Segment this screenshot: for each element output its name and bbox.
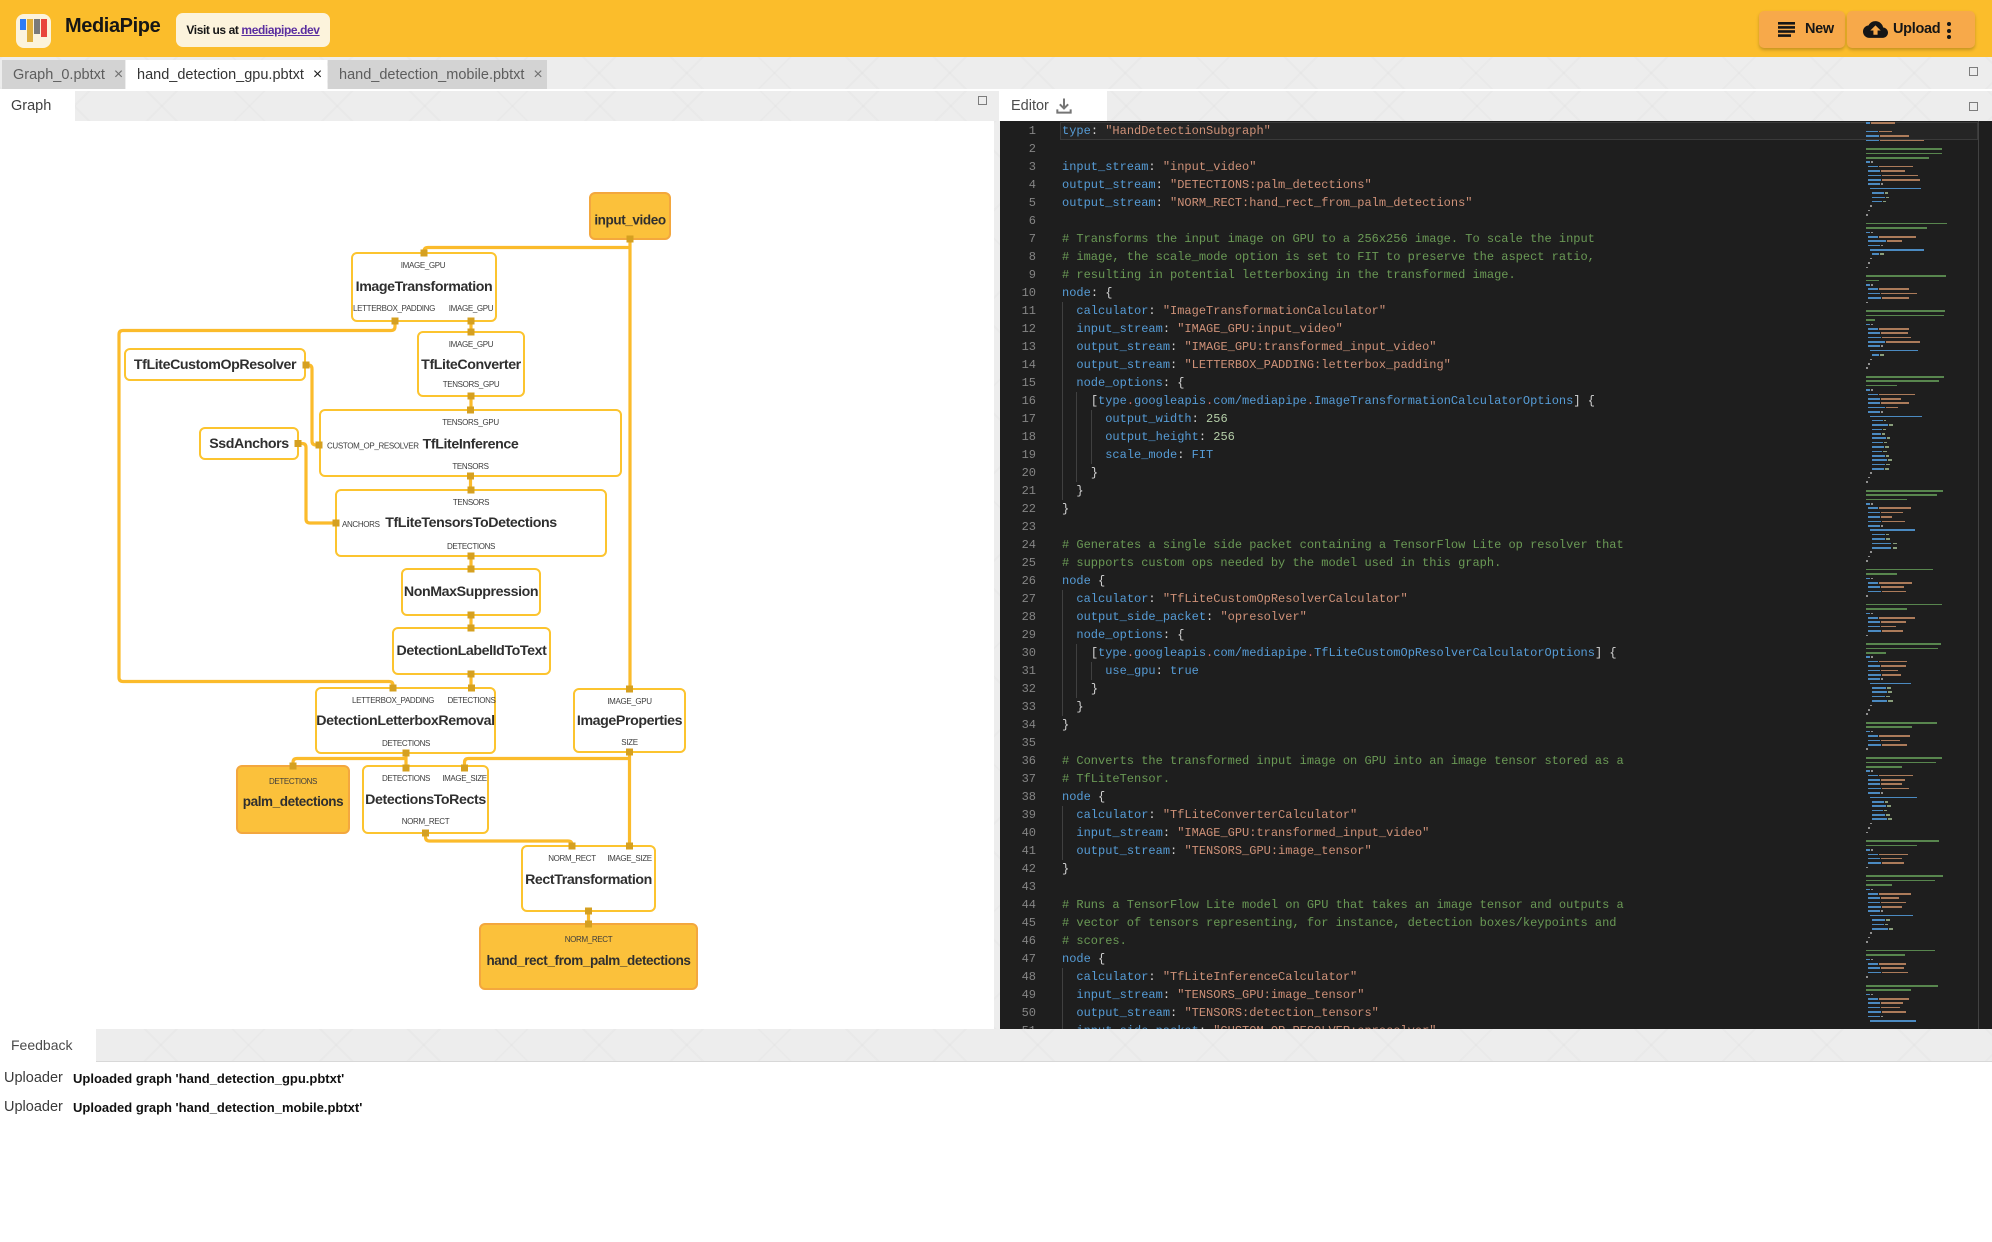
- svg-text:TENSORS: TENSORS: [452, 462, 488, 471]
- svg-text:NonMaxSuppression: NonMaxSuppression: [404, 584, 538, 600]
- svg-text:DetectionsToRects: DetectionsToRects: [365, 792, 486, 808]
- svg-text:NORM_RECT: NORM_RECT: [548, 854, 596, 863]
- svg-text:DETECTIONS: DETECTIONS: [269, 777, 317, 786]
- svg-text:TfLiteCustomOpResolver: TfLiteCustomOpResolver: [134, 357, 297, 373]
- svg-text:TENSORS_GPU: TENSORS_GPU: [442, 418, 499, 427]
- svg-text:TENSORS: TENSORS: [453, 498, 489, 507]
- svg-text:SsdAnchors: SsdAnchors: [209, 436, 289, 452]
- svg-text:DETECTIONS: DETECTIONS: [447, 542, 495, 551]
- svg-text:IMAGE_GPU: IMAGE_GPU: [449, 304, 494, 313]
- svg-text:TENSORS_GPU: TENSORS_GPU: [443, 380, 500, 389]
- svg-text:hand_rect_from_palm_detections: hand_rect_from_palm_detections: [486, 953, 690, 968]
- svg-text:input_video: input_video: [594, 213, 666, 228]
- svg-text:DETECTIONS: DETECTIONS: [447, 696, 495, 705]
- svg-text:DetectionLetterboxRemoval: DetectionLetterboxRemoval: [316, 713, 494, 729]
- svg-text:ImageProperties: ImageProperties: [577, 713, 683, 729]
- svg-text:LETTERBOX_PADDING: LETTERBOX_PADDING: [353, 304, 435, 313]
- svg-text:ImageTransformation: ImageTransformation: [356, 279, 493, 295]
- svg-text:DETECTIONS: DETECTIONS: [382, 774, 430, 783]
- svg-text:IMAGE_GPU: IMAGE_GPU: [401, 261, 446, 270]
- svg-text:TfLiteConverter: TfLiteConverter: [421, 357, 522, 373]
- svg-text:NORM_RECT: NORM_RECT: [402, 817, 450, 826]
- svg-text:RectTransformation: RectTransformation: [525, 872, 652, 888]
- svg-text:LETTERBOX_PADDING: LETTERBOX_PADDING: [352, 696, 434, 705]
- svg-text:NORM_RECT: NORM_RECT: [565, 935, 613, 944]
- svg-text:IMAGE_SIZE: IMAGE_SIZE: [607, 854, 652, 863]
- svg-text:SIZE: SIZE: [621, 738, 637, 747]
- svg-text:CUSTOM_OP_RESOLVER: CUSTOM_OP_RESOLVER: [327, 442, 419, 451]
- svg-text:DETECTIONS: DETECTIONS: [382, 739, 430, 748]
- svg-text:IMAGE_SIZE: IMAGE_SIZE: [442, 774, 487, 783]
- svg-text:IMAGE_GPU: IMAGE_GPU: [449, 340, 494, 349]
- svg-text:IMAGE_GPU: IMAGE_GPU: [607, 697, 652, 706]
- svg-text:DetectionLabelIdToText: DetectionLabelIdToText: [397, 643, 548, 659]
- svg-text:TfLiteInference: TfLiteInference: [423, 437, 519, 453]
- svg-text:palm_detections: palm_detections: [243, 794, 344, 809]
- svg-text:TfLiteTensorsToDetections: TfLiteTensorsToDetections: [385, 515, 557, 531]
- svg-text:ANCHORS: ANCHORS: [342, 520, 380, 529]
